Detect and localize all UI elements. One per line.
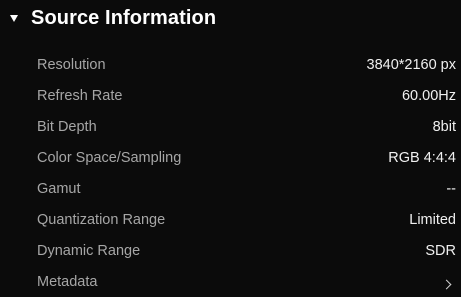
info-row-quantization-range: Quantization Range Limited (0, 204, 461, 235)
info-value: 60.00Hz (401, 87, 456, 104)
source-information-panel: Source Information Resolution 3840*2160 … (0, 0, 461, 290)
info-value: RGB 4:4:4 (388, 149, 456, 166)
info-value: -- (446, 180, 456, 197)
info-row-resolution: Resolution 3840*2160 px (0, 49, 461, 80)
info-value: 8bit (432, 118, 456, 135)
chevron-right-icon[interactable] (441, 279, 452, 290)
section-title: Source Information (31, 6, 217, 29)
triangle-down-icon[interactable] (10, 15, 18, 22)
info-label: Metadata (37, 273, 98, 290)
info-row-refresh-rate: Refresh Rate 60.00Hz (0, 80, 461, 111)
info-row-dynamic-range: Dynamic Range SDR (0, 235, 461, 266)
info-row-color-space: Color Space/Sampling RGB 4:4:4 (0, 142, 461, 173)
metadata-row[interactable]: Metadata (0, 266, 461, 297)
info-list: Resolution 3840*2160 px Refresh Rate 60.… (0, 49, 461, 297)
info-row-bit-depth: Bit Depth 8bit (0, 111, 461, 142)
info-label: Bit Depth (37, 118, 97, 135)
info-label: Color Space/Sampling (37, 149, 182, 166)
info-value: 3840*2160 px (366, 56, 457, 73)
info-label: Dynamic Range (37, 242, 141, 259)
info-label: Resolution (37, 56, 106, 73)
info-value: SDR (425, 242, 456, 259)
info-label: Refresh Rate (37, 87, 123, 104)
info-value: Limited (409, 211, 456, 228)
info-label: Gamut (37, 180, 81, 197)
info-row-gamut: Gamut -- (0, 173, 461, 204)
source-information-header[interactable]: Source Information (0, 0, 461, 36)
info-label: Quantization Range (37, 211, 166, 228)
